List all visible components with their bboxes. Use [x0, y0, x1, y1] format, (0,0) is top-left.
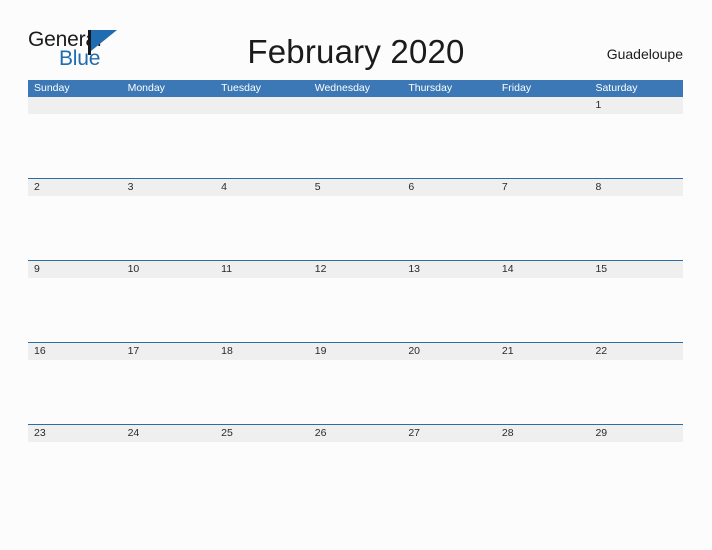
- weekday-header-row: Sunday Monday Tuesday Wednesday Thursday…: [28, 80, 683, 97]
- day-cell-date[interactable]: 23: [28, 425, 122, 442]
- day-cell-date[interactable]: 7: [496, 179, 590, 196]
- day-cell-date[interactable]: 12: [309, 261, 403, 278]
- day-cell-notes[interactable]: [402, 196, 496, 260]
- day-cell-date[interactable]: 8: [589, 179, 683, 196]
- week-note-band: [28, 360, 683, 424]
- day-cell-date[interactable]: 9: [28, 261, 122, 278]
- week-date-band: 23 24 25 26 27 28 29: [28, 425, 683, 442]
- day-cell-notes[interactable]: [496, 442, 590, 506]
- calendar-week-row: 23 24 25 26 27 28 29: [28, 424, 683, 506]
- day-cell-notes[interactable]: [122, 360, 216, 424]
- day-cell-notes[interactable]: [496, 278, 590, 342]
- calendar-week-row: 9 10 11 12 13 14 15: [28, 260, 683, 342]
- day-cell-notes[interactable]: [122, 442, 216, 506]
- day-cell-date[interactable]: [215, 97, 309, 114]
- day-cell-notes[interactable]: [309, 278, 403, 342]
- day-cell-notes[interactable]: [496, 196, 590, 260]
- day-cell-notes[interactable]: [215, 360, 309, 424]
- day-cell-date[interactable]: 27: [402, 425, 496, 442]
- day-cell-notes[interactable]: [496, 114, 590, 178]
- day-cell-date[interactable]: 16: [28, 343, 122, 360]
- day-cell-date[interactable]: [496, 97, 590, 114]
- day-cell-notes[interactable]: [122, 196, 216, 260]
- day-cell-date[interactable]: 5: [309, 179, 403, 196]
- day-cell-notes[interactable]: [215, 278, 309, 342]
- week-note-band: [28, 278, 683, 342]
- day-cell-date[interactable]: 20: [402, 343, 496, 360]
- day-cell-date[interactable]: 22: [589, 343, 683, 360]
- day-cell-date[interactable]: 21: [496, 343, 590, 360]
- day-cell-date[interactable]: [309, 97, 403, 114]
- calendar-grid: Sunday Monday Tuesday Wednesday Thursday…: [28, 80, 683, 506]
- week-note-band: [28, 442, 683, 506]
- day-cell-notes[interactable]: [215, 114, 309, 178]
- week-date-band: 2 3 4 5 6 7 8: [28, 179, 683, 196]
- day-cell-date[interactable]: 15: [589, 261, 683, 278]
- day-cell-date[interactable]: 19: [309, 343, 403, 360]
- day-cell-notes[interactable]: [28, 278, 122, 342]
- day-cell-date[interactable]: [402, 97, 496, 114]
- day-cell-notes[interactable]: [309, 360, 403, 424]
- week-note-band: [28, 114, 683, 178]
- day-cell-notes[interactable]: [28, 442, 122, 506]
- day-cell-notes[interactable]: [122, 114, 216, 178]
- day-cell-notes[interactable]: [28, 114, 122, 178]
- day-cell-notes[interactable]: [402, 442, 496, 506]
- day-cell-notes[interactable]: [589, 360, 683, 424]
- day-cell-notes[interactable]: [589, 196, 683, 260]
- day-cell-date[interactable]: 17: [122, 343, 216, 360]
- location-label: Guadeloupe: [606, 46, 683, 62]
- day-cell-notes[interactable]: [496, 360, 590, 424]
- day-cell-date[interactable]: 29: [589, 425, 683, 442]
- weekday-header-monday: Monday: [127, 82, 165, 94]
- day-cell-notes[interactable]: [402, 278, 496, 342]
- day-cell-date[interactable]: [122, 97, 216, 114]
- day-cell-date[interactable]: 13: [402, 261, 496, 278]
- calendar-page: General Blue February 2020 Guadeloupe Su…: [0, 0, 712, 550]
- day-cell-date[interactable]: 11: [215, 261, 309, 278]
- day-cell-date[interactable]: 1: [589, 97, 683, 114]
- week-date-band: 16 17 18 19 20 21 22: [28, 343, 683, 360]
- day-cell-notes[interactable]: [589, 278, 683, 342]
- day-cell-notes[interactable]: [309, 114, 403, 178]
- page-header: General Blue February 2020 Guadeloupe: [0, 0, 712, 80]
- weekday-header-sunday: Sunday: [34, 82, 70, 94]
- day-cell-date[interactable]: 14: [496, 261, 590, 278]
- calendar-week-row: 16 17 18 19 20 21 22: [28, 342, 683, 424]
- day-cell-notes[interactable]: [402, 360, 496, 424]
- day-cell-date[interactable]: 18: [215, 343, 309, 360]
- day-cell-date[interactable]: 28: [496, 425, 590, 442]
- week-date-band: 1: [28, 97, 683, 114]
- day-cell-date[interactable]: 25: [215, 425, 309, 442]
- day-cell-date[interactable]: 10: [122, 261, 216, 278]
- day-cell-notes[interactable]: [28, 196, 122, 260]
- weekday-header-wednesday: Wednesday: [314, 82, 370, 94]
- day-cell-date[interactable]: 4: [215, 179, 309, 196]
- calendar-week-row: 1: [28, 97, 683, 178]
- day-cell-notes[interactable]: [589, 442, 683, 506]
- day-cell-date[interactable]: 3: [122, 179, 216, 196]
- day-cell-date[interactable]: 24: [122, 425, 216, 442]
- day-cell-notes[interactable]: [309, 442, 403, 506]
- calendar-week-row: 2 3 4 5 6 7 8: [28, 178, 683, 260]
- day-cell-notes[interactable]: [215, 442, 309, 506]
- day-cell-date[interactable]: [28, 97, 122, 114]
- day-cell-date[interactable]: 2: [28, 179, 122, 196]
- week-date-band: 9 10 11 12 13 14 15: [28, 261, 683, 278]
- weekday-header-friday: Friday: [501, 82, 532, 94]
- day-cell-notes[interactable]: [122, 278, 216, 342]
- day-cell-notes[interactable]: [215, 196, 309, 260]
- day-cell-notes[interactable]: [309, 196, 403, 260]
- day-cell-date[interactable]: 6: [402, 179, 496, 196]
- weekday-header-thursday: Thursday: [408, 82, 453, 94]
- weekday-header-tuesday: Tuesday: [221, 82, 262, 94]
- day-cell-notes[interactable]: [589, 114, 683, 178]
- day-cell-date[interactable]: 26: [309, 425, 403, 442]
- page-title: February 2020: [247, 33, 465, 70]
- weekday-header-saturday: Saturday: [595, 82, 638, 94]
- day-cell-notes[interactable]: [28, 360, 122, 424]
- week-note-band: [28, 196, 683, 260]
- day-cell-notes[interactable]: [402, 114, 496, 178]
